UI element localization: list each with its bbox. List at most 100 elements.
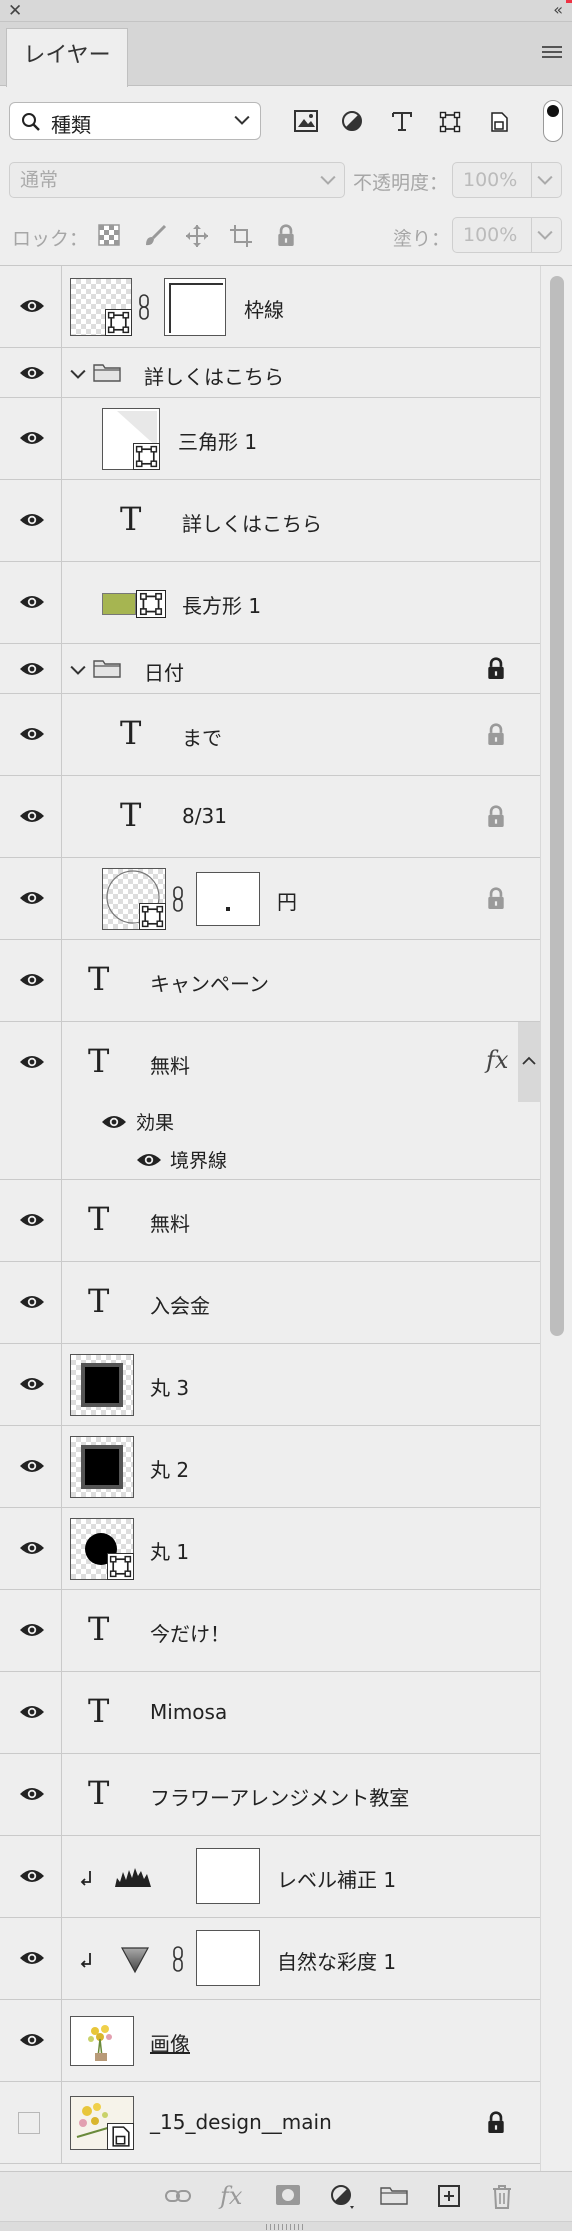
- new-adjustment-layer-icon[interactable]: [330, 2184, 356, 2210]
- visibility-checkbox-hidden[interactable]: [18, 2112, 40, 2134]
- layer-effects-icon[interactable]: fx: [486, 1046, 508, 1074]
- lock-transparency-icon[interactable]: [98, 224, 120, 246]
- tab-layers[interactable]: レイヤー: [6, 28, 128, 87]
- visibility-cell[interactable]: [0, 940, 62, 1021]
- visibility-cell[interactable]: [0, 694, 62, 775]
- visibility-cell[interactable]: [0, 776, 62, 857]
- chain-link-icon[interactable]: [172, 886, 184, 912]
- layer-row[interactable]: T 入会金: [0, 1262, 540, 1344]
- opacity-field[interactable]: 100%: [452, 162, 562, 198]
- layer-row[interactable]: T 無料: [0, 1180, 540, 1262]
- close-icon[interactable]: ✕: [8, 1, 22, 21]
- collapse-panel-icon[interactable]: ‹‹: [553, 0, 563, 19]
- layer-name[interactable]: 今だけ！: [150, 1618, 230, 1647]
- layer-name[interactable]: 無料: [150, 1050, 190, 1079]
- eye-icon[interactable]: [19, 1294, 45, 1310]
- layer-row[interactable]: T 8/31: [0, 776, 540, 858]
- visibility-cell[interactable]: [0, 1590, 62, 1671]
- trash-icon[interactable]: [491, 2184, 513, 2210]
- eye-icon[interactable]: [19, 972, 45, 988]
- layer-group-row[interactable]: 詳しくはこちら: [0, 348, 540, 398]
- layer-row[interactable]: 円: [0, 858, 540, 940]
- layer-name[interactable]: フラワーアレンジメント教室: [150, 1782, 409, 1811]
- layer-row[interactable]: 自然な彩度 1: [0, 1918, 540, 2000]
- layer-row[interactable]: T まで: [0, 694, 540, 776]
- layer-name[interactable]: 自然な彩度 1: [277, 1946, 396, 1975]
- collapse-effects-toggle[interactable]: [518, 1022, 540, 1102]
- layer-name[interactable]: 画像: [150, 2028, 190, 2057]
- layer-row[interactable]: T フラワーアレンジメント教室: [0, 1754, 540, 1836]
- visibility-cell[interactable]: [0, 562, 62, 643]
- eye-icon[interactable]: [19, 1458, 45, 1474]
- layer-name[interactable]: 丸 3: [150, 1372, 189, 1401]
- layer-name[interactable]: 8/31: [182, 804, 227, 828]
- lock-all-icon[interactable]: [277, 224, 295, 246]
- layer-name[interactable]: _15_design__main: [150, 2110, 332, 2134]
- layer-row[interactable]: 丸 1: [0, 1508, 540, 1590]
- filter-kind-dropdown[interactable]: 種類: [9, 102, 261, 140]
- visibility-cell[interactable]: [0, 398, 62, 479]
- eye-icon[interactable]: [19, 1376, 45, 1392]
- visibility-cell[interactable]: [0, 480, 62, 561]
- eye-icon[interactable]: [19, 1786, 45, 1802]
- smart-object-filter-icon[interactable]: [487, 110, 511, 134]
- visibility-cell[interactable]: [0, 858, 62, 939]
- layer-row[interactable]: 画像: [0, 2000, 540, 2082]
- layer-name[interactable]: 詳しくはこちら: [144, 361, 284, 390]
- visibility-cell[interactable]: [0, 1262, 62, 1343]
- layer-row[interactable]: 丸 2: [0, 1426, 540, 1508]
- layer-name[interactable]: レベル補正 1: [277, 1864, 396, 1893]
- visibility-cell[interactable]: [0, 1508, 62, 1589]
- eye-icon[interactable]: [19, 2032, 45, 2048]
- eye-icon[interactable]: [19, 1868, 45, 1884]
- visibility-cell[interactable]: [0, 1426, 62, 1507]
- chain-link-icon[interactable]: [172, 1946, 184, 1972]
- layer-list-scrollbar[interactable]: [540, 266, 572, 2171]
- layer-name[interactable]: 枠線: [244, 294, 284, 323]
- chevron-down-icon[interactable]: [70, 368, 86, 380]
- layer-row[interactable]: 丸 3: [0, 1344, 540, 1426]
- layer-group-row[interactable]: 日付: [0, 644, 540, 694]
- fill-field[interactable]: 100%: [452, 217, 562, 253]
- eye-icon[interactable]: [19, 890, 45, 906]
- visibility-cell[interactable]: [0, 644, 62, 693]
- chain-link-icon[interactable]: [138, 294, 150, 320]
- blend-mode-dropdown[interactable]: 通常: [9, 162, 345, 198]
- panel-menu-icon[interactable]: [542, 46, 562, 60]
- lock-position-move-icon[interactable]: [185, 224, 209, 248]
- adjustment-filter-icon[interactable]: [341, 110, 363, 132]
- layer-row[interactable]: 三角形 1: [0, 398, 540, 480]
- eye-icon[interactable]: [19, 1540, 45, 1556]
- layer-row[interactable]: T Mimosa: [0, 1672, 540, 1754]
- visibility-cell[interactable]: [0, 348, 62, 397]
- lock-artboard-icon[interactable]: [229, 224, 253, 248]
- eye-icon[interactable]: [101, 1114, 127, 1130]
- eye-icon[interactable]: [19, 594, 45, 610]
- layer-row[interactable]: T キャンペーン: [0, 940, 540, 1022]
- visibility-cell[interactable]: [0, 1022, 62, 1179]
- eye-icon[interactable]: [19, 1212, 45, 1228]
- scrollbar-thumb[interactable]: [550, 276, 564, 1336]
- layer-name[interactable]: 丸 2: [150, 1454, 189, 1483]
- visibility-cell[interactable]: [0, 266, 62, 347]
- layer-row[interactable]: T 今だけ！: [0, 1590, 540, 1672]
- eye-icon[interactable]: [19, 512, 45, 528]
- layer-row[interactable]: 長方形 1: [0, 562, 540, 644]
- layer-list[interactable]: 枠線 詳しくはこちら 三角形 1 T 詳しくはこちら 長方形 1 日付 T まで…: [0, 266, 540, 2171]
- layer-name[interactable]: 円: [277, 886, 297, 915]
- add-layer-style-icon[interactable]: fx: [220, 2182, 242, 2210]
- visibility-cell[interactable]: [0, 1180, 62, 1261]
- eye-icon[interactable]: [19, 1950, 45, 1966]
- layer-row[interactable]: T 無料 fx 効果 境界線: [0, 1022, 540, 1180]
- visibility-cell[interactable]: [0, 2000, 62, 2081]
- eye-icon[interactable]: [19, 365, 45, 381]
- type-filter-icon[interactable]: [391, 110, 413, 132]
- panel-resize-grip[interactable]: [0, 2221, 572, 2231]
- layer-name[interactable]: 長方形 1: [182, 590, 261, 619]
- layer-name[interactable]: 入会金: [150, 1290, 210, 1319]
- eye-icon[interactable]: [19, 1704, 45, 1720]
- shape-filter-icon[interactable]: [438, 110, 462, 134]
- eye-icon[interactable]: [19, 808, 45, 824]
- layer-name[interactable]: 三角形 1: [178, 426, 257, 455]
- layer-row[interactable]: 枠線: [0, 266, 540, 348]
